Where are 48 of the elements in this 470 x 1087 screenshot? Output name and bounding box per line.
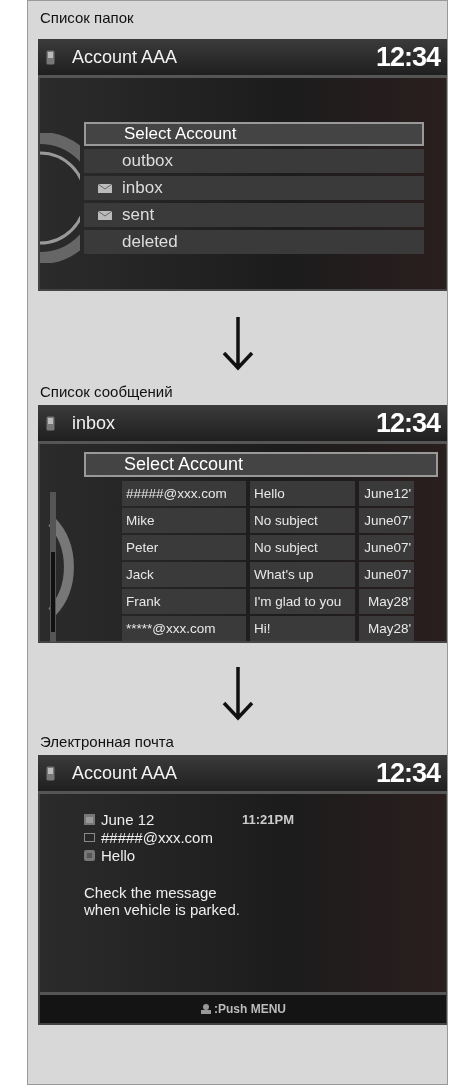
select-account-item[interactable]: Select Account	[84, 452, 438, 477]
sender-cell[interactable]: Frank	[122, 589, 246, 614]
subject-cell[interactable]: Hello	[250, 481, 355, 506]
date-cell[interactable]: June12'	[359, 481, 414, 506]
parked-notice: Check the message when vehicle is parked.	[83, 883, 241, 918]
phone-icon	[46, 415, 55, 431]
sender-cell[interactable]: #####@xxx.com	[122, 481, 246, 506]
phone-icon	[46, 765, 55, 781]
date-cell[interactable]: June07'	[359, 535, 414, 560]
sender-cell[interactable]: Jack	[122, 562, 246, 587]
envelope-icon	[84, 832, 95, 842]
sender-cell[interactable]: Peter	[122, 535, 246, 560]
down-arrow-icon	[220, 667, 255, 721]
subject-cell[interactable]: Hi!	[250, 616, 355, 641]
menu-knob-icon	[200, 1003, 212, 1015]
folder-item[interactable]: inbox	[84, 176, 424, 200]
date-cell[interactable]: June07'	[359, 508, 414, 533]
date-cell[interactable]: May28'	[359, 589, 414, 614]
down-arrow-icon	[220, 317, 255, 371]
subject-cell[interactable]: No subject	[250, 508, 355, 533]
screen-title: Account AAA	[72, 762, 178, 784]
date-cell[interactable]: June07'	[359, 562, 414, 587]
folder-item[interactable]: outbox	[84, 149, 424, 173]
calendar-icon	[84, 813, 95, 825]
clock: 12:34	[375, 407, 440, 439]
folder-item[interactable]: deleted	[84, 230, 424, 254]
subject-icon	[84, 849, 95, 861]
sender-cell[interactable]: Mike	[122, 508, 246, 533]
date-cell[interactable]: May28'	[359, 616, 414, 641]
section-caption: Электронная почта	[39, 732, 175, 752]
clock: 12:34	[375, 41, 440, 73]
message-time: 11:21PM	[242, 811, 295, 827]
subject-cell[interactable]: I'm glad to you	[250, 589, 355, 614]
section-caption: Список сообщений	[39, 382, 174, 402]
screen-title: Account AAA	[72, 46, 178, 68]
clock: 12:34	[375, 757, 440, 789]
section-caption: Список папок	[39, 8, 135, 28]
subject-cell[interactable]: No subject	[250, 535, 355, 560]
message-subject: Hello	[101, 846, 136, 864]
folder-item[interactable]: sent	[84, 203, 424, 227]
sender-cell[interactable]: *****@xxx.com	[122, 616, 246, 641]
folder-item[interactable]: Select Account	[84, 122, 424, 146]
message-date: June 12	[101, 810, 156, 828]
screen-title: inbox	[72, 412, 116, 434]
push-menu-hint: :Push MENU	[214, 1002, 286, 1016]
phone-icon	[46, 49, 55, 65]
subject-cell[interactable]: What's up	[250, 562, 355, 587]
message-sender: #####@xxx.com	[101, 828, 213, 846]
